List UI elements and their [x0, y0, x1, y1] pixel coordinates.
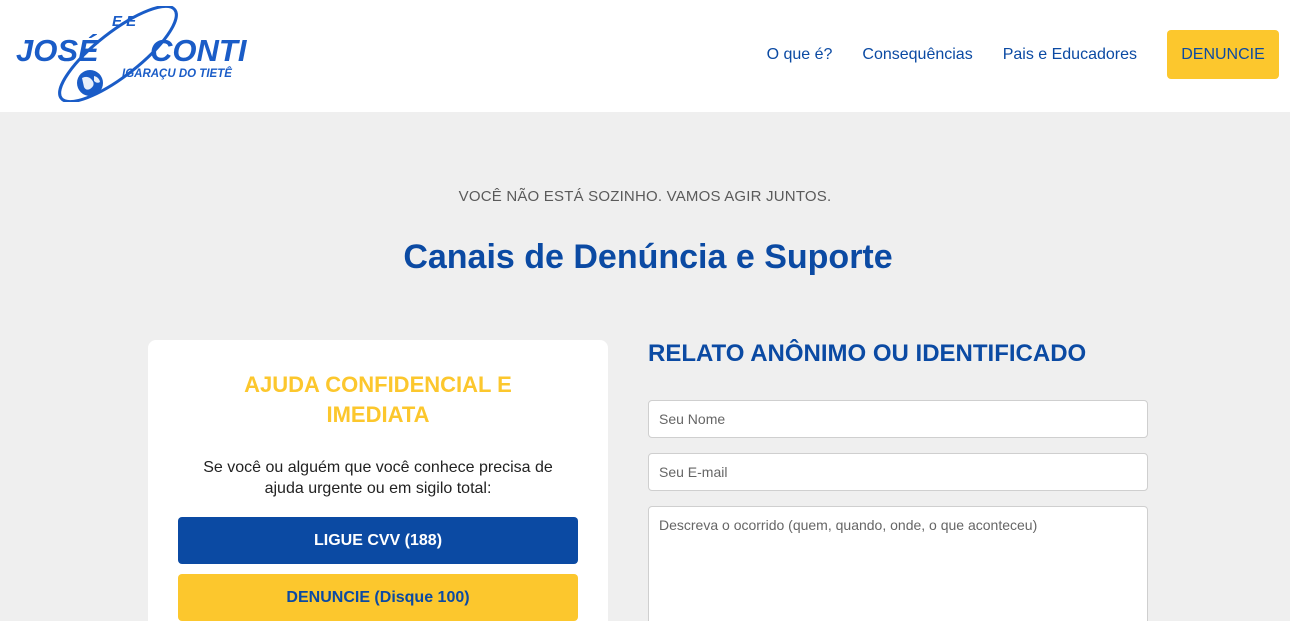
school-logo[interactable]: E E JOSÉ CONTI IGARAÇU DO TIETÊ — [14, 6, 274, 102]
hero-eyebrow: VOCÊ NÃO ESTÁ SOZINHO. VAMOS AGIR JUNTOS… — [458, 188, 832, 205]
email-field[interactable] — [648, 453, 1148, 491]
help-card-text: Se você ou alguém que você conhece preci… — [203, 459, 553, 497]
logo-prefix: E E — [112, 13, 137, 30]
help-card-title: AJUDA CONFIDENCIAL E IMEDIATA — [244, 372, 512, 427]
help-card: AJUDA CONFIDENCIAL E IMEDIATA Se você ou… — [148, 340, 608, 621]
denuncie-nav-button[interactable]: DENUNCIE — [1167, 30, 1279, 79]
nav-link-pais-educadores[interactable]: Pais e Educadores — [1003, 46, 1137, 64]
page-title: Canais de Denúncia e Suporte — [403, 238, 893, 276]
logo-name-right: CONTI — [150, 33, 248, 68]
name-field[interactable] — [648, 400, 1148, 438]
nav-link-o-que-e[interactable]: O que é? — [767, 46, 833, 64]
description-field[interactable] — [648, 506, 1148, 621]
main-nav: O que é? Consequências Pais e Educadores… — [767, 30, 1279, 79]
site-header: E E JOSÉ CONTI IGARAÇU DO TIETÊ O que é?… — [0, 0, 1290, 112]
report-form-title: RELATO ANÔNIMO OU IDENTIFICADO — [648, 340, 1087, 367]
nav-link-consequencias[interactable]: Consequências — [862, 46, 972, 64]
call-cvv-button[interactable]: LIGUE CVV (188) — [178, 517, 578, 564]
logo-subtitle: IGARAÇU DO TIETÊ — [122, 67, 232, 80]
disque-100-button[interactable]: DENUNCIE (Disque 100) — [178, 574, 578, 621]
logo-name-left: JOSÉ — [16, 33, 100, 68]
logo-graphic: E E JOSÉ CONTI IGARAÇU DO TIETÊ — [16, 6, 248, 102]
